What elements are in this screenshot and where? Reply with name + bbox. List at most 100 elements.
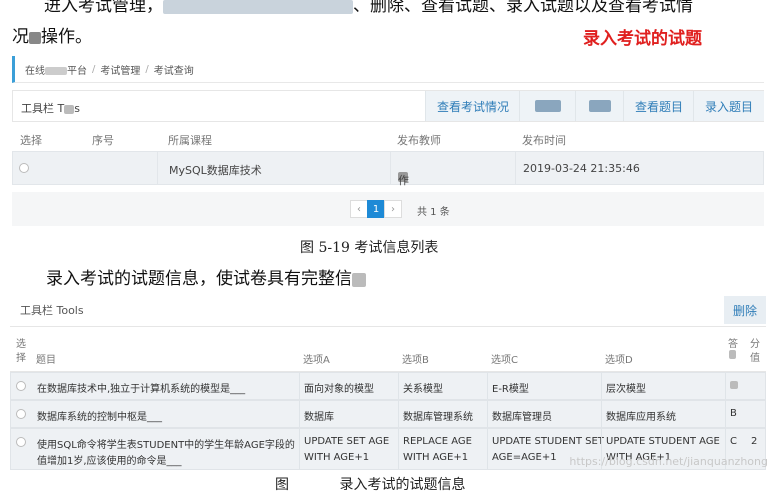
crumb-text: 平台 bbox=[67, 65, 87, 77]
publish-time-cell: 2019-03-24 21:35:46 bbox=[523, 162, 640, 175]
column-divider bbox=[398, 373, 399, 399]
teacher-text: 作 bbox=[398, 174, 409, 187]
option-b-cell: 关系模型 bbox=[403, 384, 443, 395]
blurred-button[interactable] bbox=[519, 91, 576, 121]
column-header: 发布教师 bbox=[397, 134, 441, 147]
blurred-text bbox=[29, 31, 41, 44]
option-a-cell-line-1: UPDATE SET AGE bbox=[304, 436, 390, 447]
breadcrumb-item-exam-manage[interactable]: 考试管理 bbox=[100, 62, 140, 77]
paragraph-text: 况 bbox=[12, 27, 29, 47]
crumb-text: 在线 bbox=[25, 65, 45, 77]
paragraph-line-1: 进入考试管理， 、删除、查看试题、录入试题以及查看考试情 bbox=[44, 0, 693, 16]
blurred-text bbox=[535, 100, 561, 112]
column-divider bbox=[398, 401, 399, 427]
column-divider bbox=[398, 429, 399, 469]
row-radio[interactable] bbox=[16, 409, 26, 422]
delete-button[interactable]: 删除 bbox=[724, 296, 766, 324]
paragraph-text: 、删除、查看试题、录入试题以及查看考试情 bbox=[353, 0, 693, 16]
total-count: 共 1 条 bbox=[417, 207, 450, 218]
radio-circle bbox=[16, 409, 26, 419]
option-d-cell: 数据库应用系统 bbox=[606, 412, 676, 423]
column-divider bbox=[725, 401, 726, 427]
row-radio[interactable] bbox=[16, 437, 26, 450]
column-divider bbox=[487, 429, 488, 469]
paragraph-line-2: 况操作。 bbox=[12, 22, 92, 47]
column-header: 所属课程 bbox=[168, 134, 212, 147]
red-annotation: 录入考试的试题 bbox=[583, 29, 702, 49]
blurred-text bbox=[64, 104, 75, 114]
question-cell-line-2: 值增加1岁,应该使用的命令是___ bbox=[37, 456, 182, 467]
breadcrumb-separator: / bbox=[145, 63, 149, 75]
column-divider bbox=[299, 401, 300, 427]
breadcrumb-item-platform[interactable]: 在线 平台 bbox=[25, 62, 87, 77]
column-header: 值 bbox=[750, 353, 760, 364]
table-row[interactable]: 数据库系统的控制中枢是___ 数据库 数据库管理系统 数据库管理员 数据库应用系… bbox=[10, 400, 766, 428]
column-divider bbox=[515, 152, 516, 184]
option-b-cell: 数据库管理系统 bbox=[403, 412, 473, 423]
option-d-cell-line-1: UPDATE STUDENT AGE bbox=[606, 436, 720, 447]
column-header: 题目 bbox=[36, 355, 56, 366]
score-cell: 2 bbox=[751, 436, 758, 447]
column-header: 分 bbox=[750, 339, 760, 350]
paragraph-text: 操作。 bbox=[41, 27, 92, 47]
breadcrumb-separator: / bbox=[92, 63, 96, 75]
column-header: 选择 bbox=[20, 134, 42, 147]
enter-questions-button[interactable]: 录入题目 bbox=[693, 91, 764, 121]
question-cell-line-1: 使用SQL命令将学生表STUDENT中的学生年龄AGE字段的 bbox=[37, 440, 295, 451]
blurred-text bbox=[163, 0, 353, 14]
toolbar-label: 工具栏 T s bbox=[21, 100, 80, 116]
radio-circle bbox=[16, 381, 26, 391]
blurred-mark bbox=[729, 350, 736, 359]
option-c-cell: 数据库管理员 bbox=[492, 412, 552, 423]
view-exam-status-button[interactable]: 查看考试情况 bbox=[425, 91, 520, 121]
toolbar: 工具栏 T s 查看考试情况 查看题目 录入题目 bbox=[12, 90, 764, 122]
column-header: 序号 bbox=[92, 134, 114, 147]
blurred-button[interactable] bbox=[575, 91, 624, 121]
column-header: 答 bbox=[728, 339, 738, 350]
question-table-header: 选 择 题目 选项A 选项B 选项C 选项D 答 分 值 bbox=[10, 333, 766, 372]
column-divider bbox=[299, 373, 300, 399]
option-a-cell: 面向对象的模型 bbox=[304, 384, 374, 395]
column-header: 发布时间 bbox=[522, 134, 566, 147]
breadcrumb: 在线 平台 / 考试管理 / 考试查询 bbox=[12, 56, 764, 83]
blurred-text bbox=[589, 100, 611, 112]
answer-cell: B bbox=[730, 408, 737, 419]
table-row[interactable]: MySQL数据库技术 作 2019-03-24 21:35:46 bbox=[12, 151, 764, 187]
blurred-text bbox=[45, 66, 67, 75]
column-divider bbox=[299, 429, 300, 469]
column-header: 选项C bbox=[491, 355, 518, 366]
blurred-text bbox=[730, 381, 738, 389]
radio-circle bbox=[16, 437, 26, 447]
column-divider bbox=[601, 401, 602, 427]
column-header: 选项D bbox=[605, 355, 633, 366]
option-d-cell: 层次模型 bbox=[606, 384, 646, 395]
figure-caption-partial: 图 录入考试的试题信息 bbox=[275, 474, 465, 494]
breadcrumb-item-exam-query: 考试查询 bbox=[153, 65, 194, 77]
column-divider bbox=[390, 152, 391, 184]
row-radio[interactable] bbox=[19, 163, 29, 176]
option-c-cell-line-2: AGE=AGE+1 bbox=[492, 452, 557, 463]
prev-page-button[interactable]: ‹ bbox=[350, 200, 368, 218]
page-1-button[interactable]: 1 bbox=[367, 200, 385, 218]
blurred-text bbox=[352, 272, 366, 287]
column-divider bbox=[157, 152, 158, 184]
toolbar-label: 工具栏 Tools bbox=[20, 304, 84, 317]
next-page-button[interactable]: › bbox=[384, 200, 402, 218]
option-c-cell-line-1: UPDATE STUDENT SET bbox=[492, 436, 604, 447]
toolbar-label-text: s bbox=[74, 102, 80, 115]
question-cell: 在数据库技术中,独立于计算机系统的模型是___ bbox=[37, 384, 246, 395]
column-divider bbox=[601, 373, 602, 399]
caption-text: 图 bbox=[275, 477, 289, 493]
answer-cell: C bbox=[730, 436, 737, 447]
paragraph-text: 录入考试的试题信息，使试卷具有完整信 bbox=[46, 269, 352, 289]
option-b-cell-line-2: WITH AGE+1 bbox=[403, 452, 469, 463]
paragraph-middle: 录入考试的试题信息，使试卷具有完整信 bbox=[46, 264, 366, 289]
view-questions-button[interactable]: 查看题目 bbox=[623, 91, 694, 121]
column-header: 择 bbox=[16, 353, 26, 364]
pagination: ‹ 1 › 共 1 条 bbox=[12, 192, 764, 226]
column-divider bbox=[725, 373, 726, 399]
table-row[interactable]: 在数据库技术中,独立于计算机系统的模型是___ 面向对象的模型 关系模型 E-R… bbox=[10, 372, 766, 400]
row-radio[interactable] bbox=[16, 381, 26, 394]
figure-caption: 图 5-19 考试信息列表 bbox=[300, 240, 439, 256]
option-c-cell: E-R模型 bbox=[492, 384, 529, 395]
